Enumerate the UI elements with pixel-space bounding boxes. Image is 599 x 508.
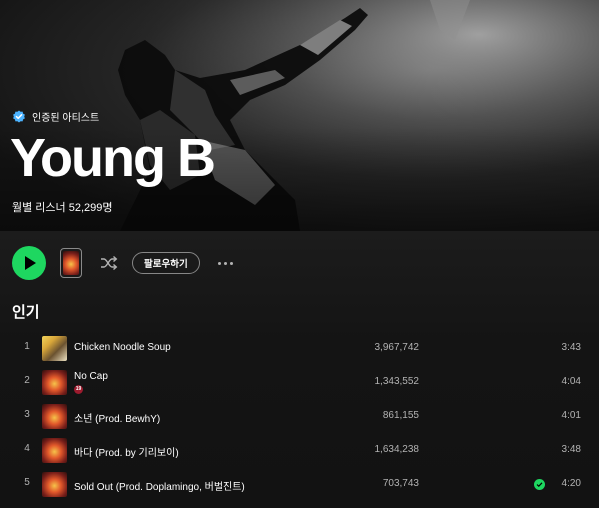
play-button[interactable] <box>12 246 46 280</box>
track-duration: 3:48 <box>561 444 581 455</box>
more-dot-icon <box>224 261 228 265</box>
monthly-listeners: 월별 리스너 52,299명 <box>12 202 113 214</box>
track-play-count: 1,634,238 <box>374 444 420 455</box>
track-album-art <box>42 438 67 463</box>
verified-badge-icon <box>13 110 25 122</box>
track-title[interactable]: Chicken Noodle Soup <box>74 342 171 353</box>
track-duration: 4:20 <box>561 478 581 489</box>
track-album-art <box>42 404 67 429</box>
artist-header: 인증된 아티스트 Young B 월별 리스너 52,299명 <box>0 0 599 231</box>
track-row[interactable]: 2 No Cap 19 1,343,552 4:04 <box>0 366 599 400</box>
track-title[interactable]: No Cap <box>74 371 108 382</box>
track-number: 1 <box>24 341 30 352</box>
shuffle-button[interactable] <box>98 252 120 274</box>
track-row[interactable]: 4 바다 (Prod. by 기리보이) 1,634,238 3:48 <box>0 434 599 468</box>
play-icon <box>25 256 36 270</box>
track-play-count: 703,743 <box>382 478 419 489</box>
artist-preview-button[interactable] <box>60 248 82 278</box>
track-row[interactable]: 5 Sold Out (Prod. Doplamingo, 버벌진트) 703,… <box>0 468 599 502</box>
verified-artist-row: 인증된 아티스트 <box>12 109 99 124</box>
popular-section-title: 인기 <box>12 304 40 321</box>
track-album-art <box>42 472 67 497</box>
track-number: 2 <box>24 375 30 386</box>
track-row[interactable]: 3 소년 (Prod. BewhY) 861,155 4:01 <box>0 400 599 434</box>
track-duration: 4:01 <box>561 410 581 421</box>
track-row[interactable]: 1 Chicken Noodle Soup 3,967,742 3:43 <box>0 332 599 366</box>
track-play-count: 861,155 <box>382 410 419 421</box>
more-dot-icon <box>218 261 222 265</box>
track-duration: 4:04 <box>561 376 581 387</box>
popular-track-list: 1 Chicken Noodle Soup 3,967,742 3:43 2 N… <box>0 332 599 502</box>
verified-label: 인증된 아티스트 <box>32 113 100 124</box>
shuffle-icon <box>101 255 118 271</box>
saved-check-icon[interactable] <box>534 479 545 490</box>
track-number: 4 <box>24 443 30 454</box>
track-number: 5 <box>24 477 30 488</box>
explicit-19-badge: 19 <box>74 385 83 394</box>
more-options-button[interactable] <box>216 253 236 273</box>
track-number: 3 <box>24 409 30 420</box>
track-title[interactable]: 소년 (Prod. BewhY) <box>74 410 160 425</box>
track-album-art <box>42 336 67 361</box>
action-bar: 팔로우하기 <box>12 245 236 281</box>
album-art-thumbnail <box>63 251 79 275</box>
track-title[interactable]: 바다 (Prod. by 기리보이) <box>74 444 179 459</box>
track-play-count: 3,967,742 <box>374 342 420 353</box>
track-album-art <box>42 370 67 395</box>
more-dot-icon <box>230 261 234 265</box>
follow-button[interactable]: 팔로우하기 <box>132 252 200 274</box>
artist-name: Young B <box>10 128 216 188</box>
track-play-count: 1,343,552 <box>374 376 420 387</box>
track-title[interactable]: Sold Out (Prod. Doplamingo, 버벌진트) <box>74 478 245 493</box>
track-duration: 3:43 <box>561 342 581 353</box>
